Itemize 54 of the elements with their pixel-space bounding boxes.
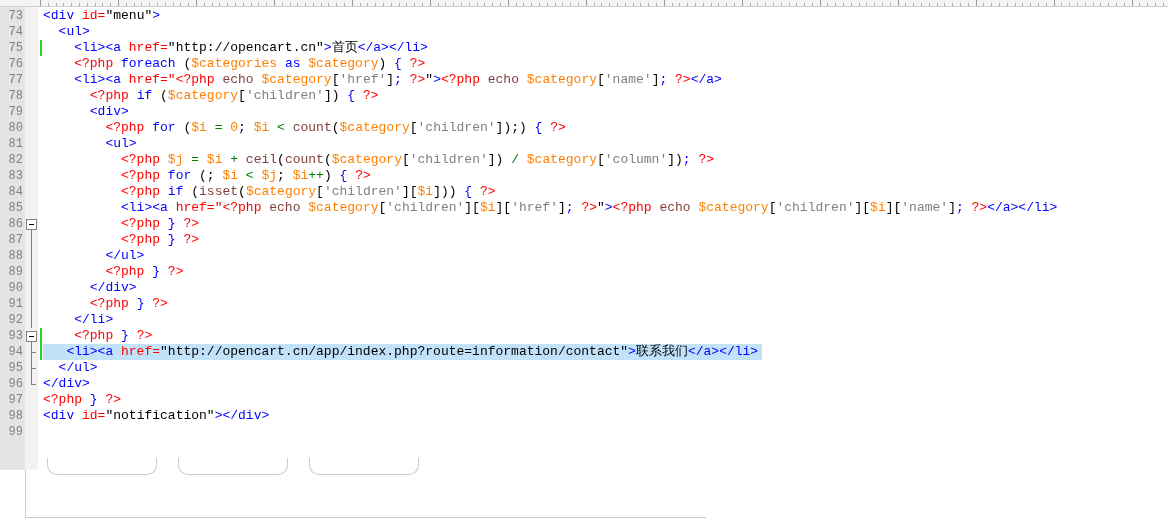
code-line: <li><a href="http://opencart.cn">首页</a></li> [73, 40, 429, 56]
code-line: <?php } ?> [43, 392, 123, 408]
line-number: 95 [8, 361, 23, 375]
line-number: 98 [8, 409, 23, 423]
line-number: 87 [8, 233, 23, 247]
line-number: 76 [8, 57, 23, 71]
code-line: <?php } ?> [73, 328, 154, 344]
line-number: 89 [8, 265, 23, 279]
line-number: 80 [8, 121, 23, 135]
line-number: 97 [8, 393, 23, 407]
code-line: <?php if (isset($category['children'][$i])) { ?> [120, 184, 497, 200]
code-line: </ul> [57, 360, 99, 376]
code-line: <div id="notification"></div> [43, 408, 271, 424]
line-number: 77 [8, 73, 23, 87]
fold-collapse-icon[interactable] [26, 331, 37, 342]
code-line: <ul> [104, 136, 138, 152]
line-number: 79 [8, 105, 23, 119]
line-number: 90 [8, 281, 23, 295]
code-line: <?php $j = $i + ceil(count($category['children']) / $category['column']); ?> [120, 152, 716, 168]
line-number: 92 [8, 313, 23, 327]
code-line: </li> [73, 312, 115, 328]
line-number: 82 [8, 153, 23, 167]
fold-collapse-icon[interactable] [26, 219, 37, 230]
code-line: <?php for ($i = 0; $i < count($category['children']);) { ?> [104, 120, 567, 136]
code-line: <?php if ($category['children']) { ?> [88, 88, 380, 104]
code-line: <div id="menu"> [43, 8, 162, 24]
code-line: <?php } ?> [120, 232, 201, 248]
code-line: </ul> [104, 248, 146, 264]
code-line: </div> [88, 280, 138, 296]
line-number: 99 [8, 425, 23, 439]
line-number: 93 [8, 329, 23, 343]
code-line: <li><a href="<?php echo $category['href']; ?>"><?php echo $category['name']; ?></a> [73, 72, 723, 88]
code-line: <?php } ?> [104, 264, 185, 280]
code-line: <?php foreach ($categories as $category) { ?> [73, 56, 427, 72]
code-line: <?php } ?> [88, 296, 169, 312]
line-number: 85 [8, 201, 23, 215]
code-line: <li><a href="<?php echo $category['children'][$i]['href']; ?>"><?php echo $category['children'][$i]['name']; ?></a></li> [120, 200, 1059, 216]
line-number: 74 [8, 25, 23, 39]
line-number: 86 [8, 217, 23, 231]
line-number: 84 [8, 185, 23, 199]
line-number: 78 [8, 89, 23, 103]
code-line: <?php for (; $i < $j; $i++) { ?> [120, 168, 372, 184]
code-line: <ul> [57, 24, 91, 40]
line-number: 83 [8, 169, 23, 183]
code-line: <?php } ?> [120, 216, 201, 232]
line-number: 94 [8, 345, 23, 359]
code-line: <div> [88, 104, 130, 120]
line-number: 75 [8, 41, 23, 55]
line-number: 91 [8, 297, 23, 311]
code-line: </div> [43, 376, 91, 392]
line-number: 96 [8, 377, 23, 391]
line-number: 73 [8, 9, 23, 23]
line-number: 88 [8, 249, 23, 263]
line-number: 81 [8, 137, 23, 151]
